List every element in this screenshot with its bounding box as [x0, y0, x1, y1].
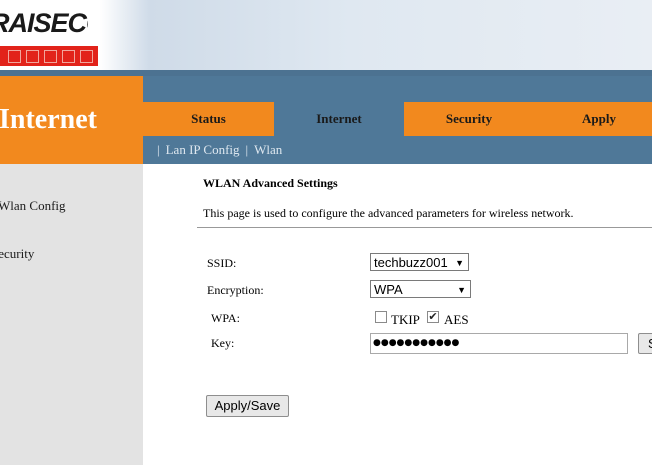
tkip-label: TKIP: [391, 312, 420, 327]
ssid-select[interactable]: techbuzz001 ▼: [370, 253, 469, 271]
checkmark-icon: ✔: [428, 310, 438, 323]
aes-label: AES: [444, 312, 469, 327]
subnav-separator: |: [157, 142, 160, 157]
tab-internet[interactable]: Internet: [274, 102, 404, 136]
sidebar: Wlan Config Security: [0, 164, 143, 465]
dropdown-arrow-icon: ▼: [455, 258, 464, 268]
subnav-separator: |: [245, 142, 249, 157]
sidebar-item-security[interactable]: Security: [0, 246, 34, 262]
tab-status[interactable]: Status: [143, 102, 274, 136]
logo-cjk-mark: [6, 48, 94, 64]
ssid-select-value: techbuzz001: [374, 255, 448, 270]
tkip-checkbox[interactable]: [375, 311, 387, 323]
subnav-item-wlan[interactable]: Wlan: [254, 142, 282, 157]
dropdown-arrow-icon: ▼: [457, 285, 466, 295]
encryption-select-value: WPA: [374, 282, 403, 297]
page-title: WLAN Advanced Settings: [203, 176, 338, 190]
subnav-item-lan-ip-config[interactable]: Lan IP Config: [166, 142, 240, 157]
key-label: Key:: [211, 336, 235, 350]
aes-checkbox[interactable]: ✔: [427, 311, 439, 323]
nav-top-bar: [143, 76, 652, 102]
key-password-input[interactable]: ●●●●●●●●●●●: [370, 333, 628, 354]
wpa-label: WPA:: [211, 311, 240, 325]
sub-navigation: | Lan IP Config | Wlan: [143, 136, 652, 164]
page-description: This page is used to configure the advan…: [203, 206, 574, 220]
key-side-button[interactable]: S: [638, 333, 652, 354]
tab-apply[interactable]: Apply: [534, 102, 652, 136]
encryption-select[interactable]: WPA ▼: [370, 280, 471, 298]
section-title: Internet: [0, 104, 97, 135]
tab-security[interactable]: Security: [404, 102, 534, 136]
logo-text: RAISECOM: [0, 8, 88, 38]
raisecom-logo: RAISECOM: [0, 0, 98, 68]
main-tabs: Status Internet Security Apply: [143, 102, 652, 136]
sidebar-item-wlan-config[interactable]: Wlan Config: [0, 198, 66, 214]
divider: [197, 227, 652, 228]
encryption-label: Encryption:: [207, 283, 264, 297]
ssid-label: SSID:: [207, 256, 237, 270]
apply-save-button[interactable]: Apply/Save: [206, 395, 289, 417]
